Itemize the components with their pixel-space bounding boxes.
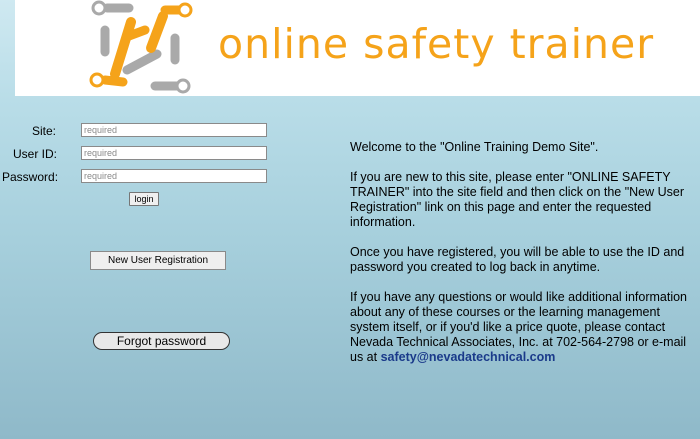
new-user-instructions: If you are new to this site, please ente… bbox=[350, 170, 685, 229]
site-header: online safety trainer bbox=[15, 0, 700, 96]
info-panel: Welcome to the "Online Training Demo Sit… bbox=[350, 140, 690, 380]
new-user-registration-button[interactable]: New User Registration bbox=[90, 251, 226, 270]
site-input[interactable] bbox=[81, 123, 267, 137]
brand-title: online safety trainer bbox=[218, 20, 655, 68]
email-link[interactable]: safety@nevadatechnical.com bbox=[381, 350, 556, 364]
userid-label: User ID: bbox=[13, 147, 58, 161]
site-label: Site: bbox=[32, 124, 57, 138]
welcome-text: Welcome to the "Online Training Demo Sit… bbox=[350, 140, 599, 154]
registered-text: Once you have registered, you will be ab… bbox=[350, 245, 685, 274]
userid-input[interactable] bbox=[81, 146, 267, 160]
linked-wrench-logo-icon bbox=[89, 0, 193, 94]
forgot-password-button[interactable]: Forgot password bbox=[93, 332, 230, 350]
password-input[interactable] bbox=[81, 169, 267, 183]
password-label: Password: bbox=[2, 170, 59, 184]
contact-paragraph: If you have any questions or would like … bbox=[350, 290, 690, 365]
login-button[interactable]: login bbox=[129, 192, 159, 206]
